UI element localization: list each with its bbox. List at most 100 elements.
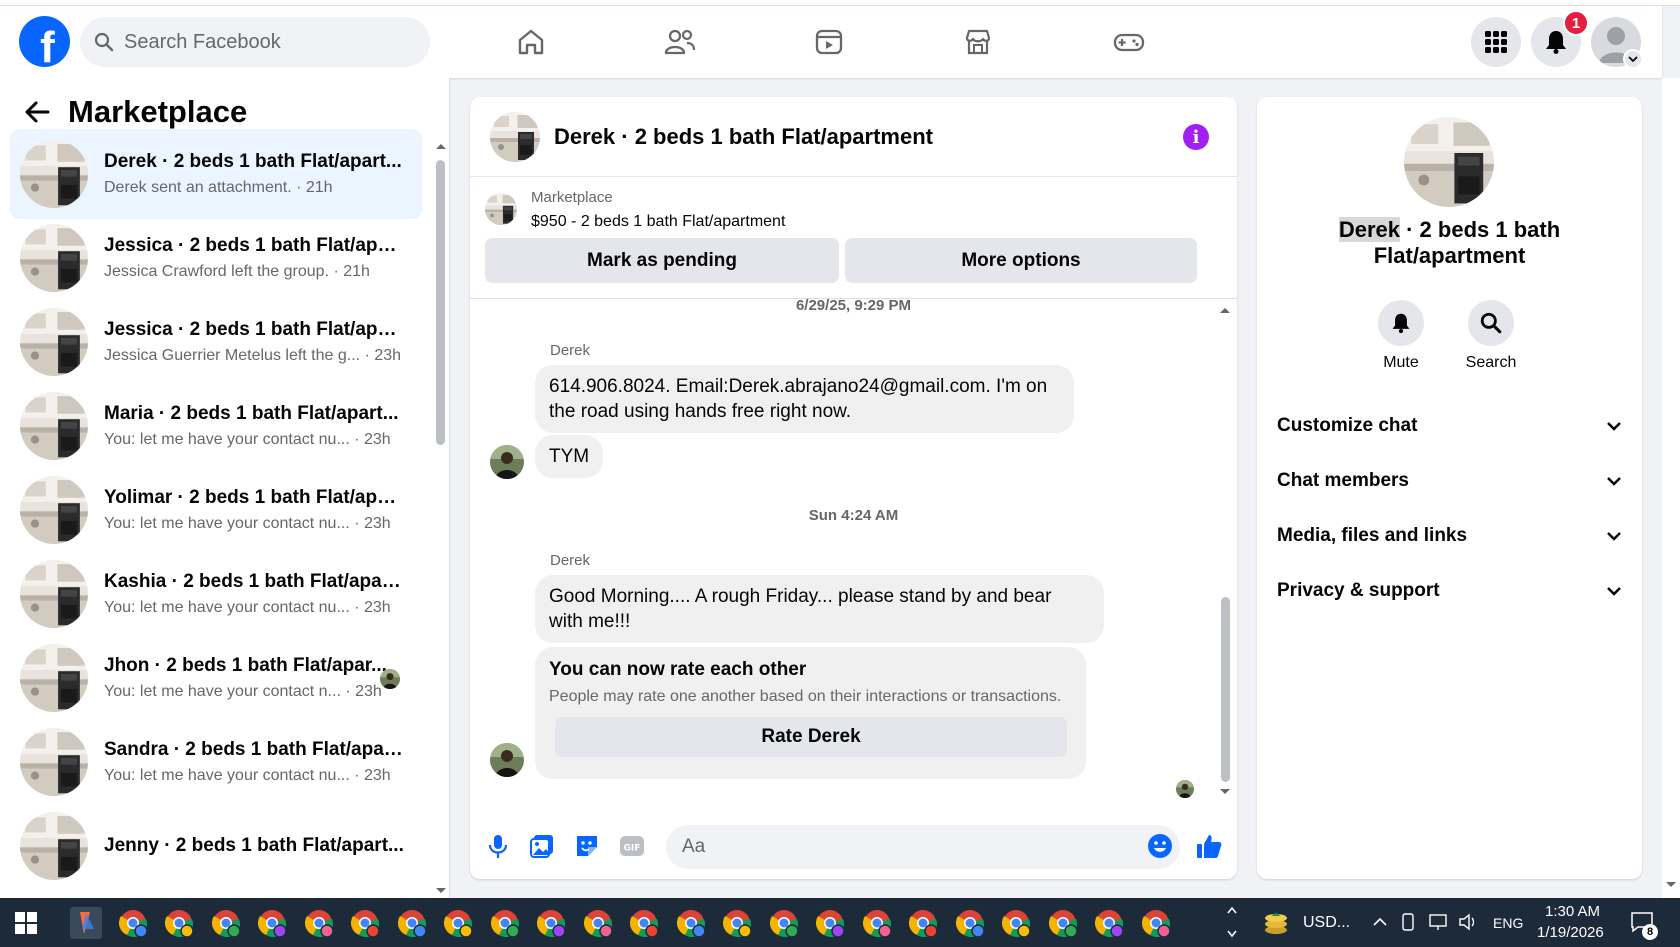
message-composer: GIF [470, 815, 1237, 879]
taskbar-browser-app[interactable] [163, 907, 195, 939]
back-arrow-icon[interactable] [24, 100, 50, 124]
taskbar-browser-app[interactable] [1140, 907, 1172, 939]
chat-title[interactable]: Derek · 2 beds 1 bath Flat/apartment [554, 124, 933, 150]
photo-icon[interactable] [527, 831, 557, 861]
privacy-support-row[interactable]: Privacy & support [1277, 566, 1622, 616]
message-bubble[interactable]: Good Morning.... A rough Friday... pleas… [535, 575, 1104, 643]
taskbar-browser-app[interactable] [349, 907, 381, 939]
taskbar-browser-app[interactable] [675, 907, 707, 939]
listing-thumbnail [20, 644, 88, 712]
taskbar-browser-app[interactable] [1047, 907, 1079, 939]
mute-action[interactable]: Mute [1361, 300, 1441, 372]
facebook-logo-letter: f [40, 23, 55, 67]
taskbar-browser-app[interactable] [582, 907, 614, 939]
taskbar-browser-app[interactable] [954, 907, 986, 939]
chevron-up-icon[interactable] [1372, 916, 1388, 928]
network-icon[interactable] [1428, 913, 1450, 931]
emoji-icon[interactable] [1145, 831, 1175, 861]
chat-profile-image[interactable] [1404, 117, 1494, 207]
thumbs-up-icon[interactable] [1194, 831, 1224, 861]
more-options-button[interactable]: More options [845, 238, 1197, 283]
video-icon[interactable] [801, 20, 857, 64]
coins-icon[interactable] [1262, 910, 1290, 936]
menu-grid-button[interactable] [1471, 17, 1521, 67]
conversation-item[interactable]: Jessica · 2 beds 1 bath Flat/apart... Jes… [10, 213, 422, 303]
sender-avatar[interactable] [490, 743, 524, 777]
device-icon[interactable] [1400, 913, 1416, 931]
taskbar-app-active[interactable] [70, 907, 102, 939]
conversation-preview-text: You: let me have your contact n... [104, 683, 341, 700]
scroll-down-arrow-icon[interactable] [434, 886, 448, 896]
conversation-item[interactable]: Maria · 2 beds 1 bath Flat/apart... You: … [10, 381, 422, 471]
media-files-links-row[interactable]: Media, files and links [1277, 511, 1622, 561]
taskbar-browser-app[interactable] [489, 907, 521, 939]
conversation-preview: You: let me have your contact nu... · 23… [104, 767, 391, 784]
account-menu-caret[interactable] [1623, 49, 1643, 69]
chat-members-row[interactable]: Chat members [1277, 456, 1622, 506]
clock-date[interactable]: 1/19/2026 [1537, 924, 1604, 941]
scroll-up-arrow-icon[interactable] [434, 141, 448, 151]
gaming-icon[interactable] [1101, 20, 1157, 64]
taskbar-browser-app[interactable] [117, 907, 149, 939]
taskbar-browser-app[interactable] [1093, 907, 1125, 939]
chat-scrollbar-thumb[interactable] [1221, 597, 1230, 782]
scroll-up-arrow-icon[interactable] [1218, 305, 1232, 315]
search-action[interactable]: Search [1451, 300, 1531, 372]
taskbar-browser-app[interactable] [303, 907, 335, 939]
gif-icon[interactable]: GIF [617, 831, 647, 861]
scroll-down-arrow-icon[interactable] [1665, 880, 1677, 890]
taskbar-browser-app[interactable] [721, 907, 753, 939]
language-indicator[interactable]: ENG [1493, 915, 1523, 931]
page-scrollbar[interactable] [1662, 78, 1680, 898]
scroll-down-arrow-icon[interactable] [1218, 787, 1232, 797]
sender-avatar[interactable] [490, 445, 524, 479]
taskbar-browser-app[interactable] [861, 907, 893, 939]
conversation-item[interactable]: Kashia · 2 beds 1 bath Flat/apart... You:… [10, 549, 422, 639]
conversation-time: 23h [364, 767, 391, 784]
microphone-icon[interactable] [483, 831, 513, 861]
facebook-logo[interactable]: f [19, 16, 70, 67]
taskbar-scroll-icon[interactable] [1226, 904, 1238, 940]
listing-avatar[interactable] [490, 111, 540, 162]
friends-icon[interactable] [652, 20, 708, 64]
inbox-scrollbar-thumb[interactable] [436, 160, 445, 445]
taskbar-browser-app[interactable] [396, 907, 428, 939]
marketplace-icon[interactable] [950, 20, 1006, 64]
message-bubble[interactable]: 614.906.8024. Email:Derek.abrajano24@gma… [535, 365, 1074, 433]
info-icon[interactable]: i [1183, 124, 1209, 150]
home-icon[interactable] [503, 20, 559, 64]
seen-avatar [380, 669, 400, 689]
conversation-item[interactable]: Jhon · 2 beds 1 bath Flat/apar... You: le… [10, 633, 422, 723]
taskbar-browser-app[interactable] [768, 907, 800, 939]
message-bubble[interactable]: TYM [535, 435, 604, 478]
taskbar-browser-app[interactable] [814, 907, 846, 939]
listing-thumbnail [485, 193, 517, 225]
taskbar-browser-app[interactable] [907, 907, 939, 939]
windows-start-icon[interactable] [14, 911, 38, 935]
conversation-item[interactable]: Derek · 2 beds 1 bath Flat/apart... Derek… [10, 129, 422, 219]
message-input-box[interactable] [666, 825, 1180, 869]
customize-chat-row[interactable]: Customize chat [1277, 401, 1622, 451]
clock-time[interactable]: 1:30 AM [1545, 903, 1600, 920]
conversation-item[interactable]: Jenny · 2 beds 1 bath Flat/apart... [10, 801, 422, 891]
taskbar-browser-app[interactable] [628, 907, 660, 939]
sticker-icon[interactable] [572, 831, 602, 861]
facebook-search-input[interactable] [124, 30, 404, 54]
rate-derek-button[interactable]: Rate Derek [555, 717, 1067, 757]
facebook-search[interactable] [80, 17, 430, 67]
conversation-preview: Jessica Guerrier Metelus left the g... ·… [104, 347, 402, 364]
conversation-item[interactable]: Yolimar · 2 beds 1 bath Flat/apar... You:… [10, 465, 422, 555]
taskbar-browser-app[interactable] [256, 907, 288, 939]
taskbar-browser-app[interactable] [442, 907, 474, 939]
message-input[interactable] [682, 836, 1102, 858]
listing-summary[interactable]: Marketplace $950 - 2 beds 1 bath Flat/ap… [485, 189, 785, 231]
conversation-item[interactable]: Sandra · 2 beds 1 bath Flat/apart... You:… [10, 717, 422, 807]
taskbar-browser-app[interactable] [535, 907, 567, 939]
taskbar-browser-app[interactable] [210, 907, 242, 939]
speaker-icon[interactable] [1458, 913, 1480, 931]
conversation-item[interactable]: Jessica · 2 beds 1 bath Flat/apart... Jes… [10, 297, 422, 387]
windows-taskbar: USD... ENG 1:30 AM 1/19/2026 8 [0, 898, 1680, 947]
mark-as-pending-button[interactable]: Mark as pending [485, 238, 839, 283]
ticker-text[interactable]: USD... [1303, 914, 1350, 932]
taskbar-browser-app[interactable] [1000, 907, 1032, 939]
